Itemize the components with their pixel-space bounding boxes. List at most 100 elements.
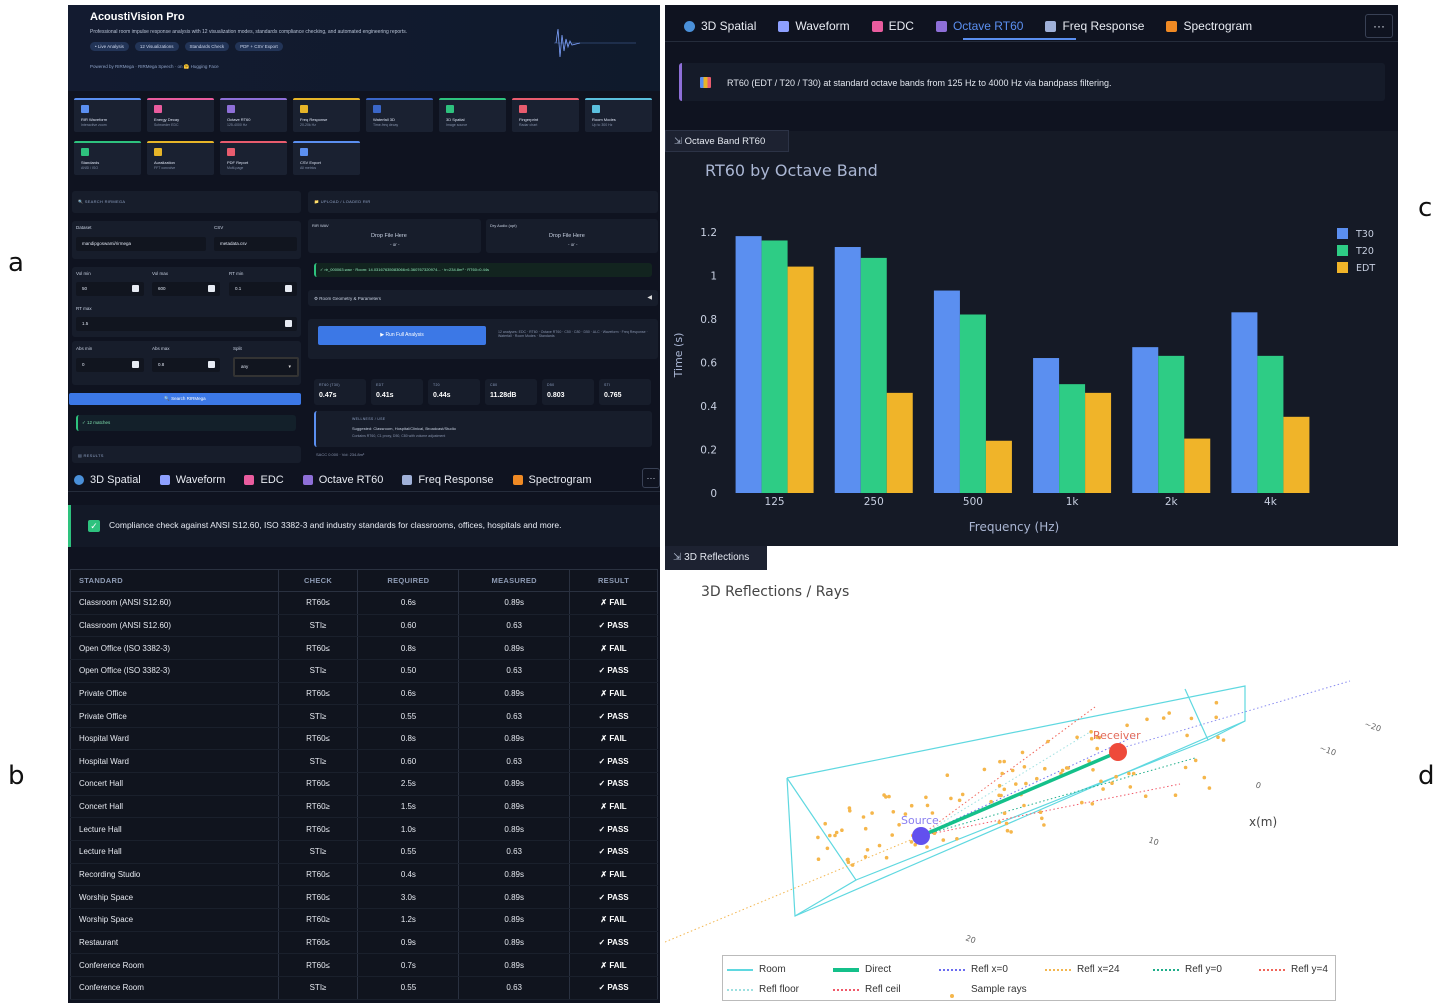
bar-t20[interactable] [1158,355,1185,493]
search-rirmega-button[interactable]: 🔍 Search RIRMega [69,393,301,405]
table-cell: RT60≤ [277,772,359,796]
compliance-note: ✓ Compliance check against ANSI S12.60, … [68,505,660,547]
bar-edt[interactable] [787,266,814,493]
vol-min-input[interactable]: 50 [76,282,144,296]
tab-3d-spatial[interactable]: 3D Spatial [74,474,141,486]
3d-reflections-plot[interactable]: Source Receiver x(m) ~20 ~10 0 10 20 [665,546,1398,954]
visualization-card[interactable]: 3D Spatial Image source [439,98,506,132]
sample-ray-point [1101,787,1105,791]
bar-edt[interactable] [1085,392,1112,493]
dry-audio-dropzone[interactable]: Dry Audio (opt) Drop File Here - or - [486,219,658,253]
legend-label: Refl floor [759,984,800,995]
card-subtitle: Interactive zoom [81,123,107,127]
visualization-card[interactable]: PDF Report Multi-page [220,141,287,175]
card-title: Octave RT60 [227,117,251,122]
upload-header: 📁 UPLOAD / LOADED RIR [314,199,371,204]
visualization-card[interactable]: Standards ANSI / ISO [74,141,141,175]
visualization-card[interactable]: Auralization FFT convolve [147,141,214,175]
bar-edt[interactable] [1283,416,1310,493]
abs-min-stepper[interactable] [132,361,139,368]
room-geometry-accordion[interactable]: ⚙ Room Geometry & Parameters ◀ [308,290,658,306]
rt-max-stepper[interactable] [285,320,292,327]
chart-down-icon [244,475,255,485]
split-select[interactable]: any ▾ [233,357,299,377]
axis-tick-label: ~20 [1363,719,1382,733]
panel-label-b: b [8,761,25,791]
legend-label: Refl y=0 [1185,964,1222,975]
table-row: Classroom (ANSI S12.60) RT60≤ 0.6s 0.89s ✗ F… [70,591,658,615]
bar-t30[interactable] [1033,358,1060,493]
visualization-card[interactable]: Waterfall 3D Time-freq decay [366,98,433,132]
legend-swatch [1337,262,1348,273]
result-cell: ✓ PASS [569,931,658,955]
dry-audio-label: Dry Audio (opt) [490,223,517,228]
table-cell: Lecture Hall [70,817,279,842]
sample-ray-point [989,799,993,804]
bar-t30[interactable] [1132,347,1159,493]
dataset-input[interactable]: mandipgoswami/rirmega [76,237,206,251]
legend-item[interactable]: Direct [833,964,891,975]
rt-min-input[interactable]: 0.1 [229,282,297,296]
table-cell: Lecture Hall [70,840,279,864]
bar-t30[interactable] [1231,312,1258,493]
visualization-card[interactable]: Energy Decay Schroeder EDC [147,98,214,132]
legend-item[interactable]: Refl x=24 [1045,964,1120,975]
legend-item[interactable]: Refl x=0 [939,964,1008,975]
rt-max-input[interactable]: 1.5 [76,317,297,331]
bar-edt[interactable] [1184,438,1211,493]
table-row: Open Office (ISO 3382-3) RT60≤ 0.8s 0.89s ✗ … [70,636,658,660]
legend-item[interactable]: Refl y=0 [1153,964,1222,975]
tab-freq-response[interactable]: Freq Response [402,474,494,486]
rir-dropzone[interactable]: RIR WAV Drop File Here - or - [308,219,481,253]
bar-edt[interactable] [985,440,1012,493]
legend-item[interactable]: Refl floor [727,984,799,995]
bar-t20[interactable] [1257,355,1284,493]
csv-input[interactable]: metadata.csv [214,237,297,251]
bar-edt[interactable] [886,392,913,493]
rt-min-stepper[interactable] [285,285,292,292]
bar-t30[interactable] [735,236,762,493]
abs-min-input[interactable]: 0 [76,358,144,372]
run-full-analysis-button[interactable]: ▶ Run Full Analysis [318,326,486,345]
tab-octave-rt60[interactable]: Octave RT60 [302,474,383,486]
visualization-card[interactable]: CSV Export All metrics [293,141,360,175]
visualization-card[interactable]: Octave RT60 125-4000 Hz [220,98,287,132]
vol-max-input[interactable]: 600 [152,282,220,296]
receiver-marker[interactable] [1109,743,1127,761]
legend-item[interactable]: Refl y=4 [1259,964,1328,975]
vol-max-stepper[interactable] [208,285,215,292]
tab-spectrogram[interactable]: Spectrogram [512,474,592,486]
bar-t20[interactable] [1059,384,1086,493]
sample-ray-point [1014,782,1018,786]
bar-t20[interactable] [761,240,788,493]
legend-swatch [727,968,753,971]
sample-ray-point [884,855,889,860]
more-tabs-button[interactable]: ··· [642,468,660,488]
bar-t30[interactable] [834,247,861,493]
legend-item[interactable]: Sample rays [939,984,1027,998]
card-icon [373,105,381,113]
tab-label: 3D Spatial [90,474,141,486]
legend-item[interactable]: Refl ceil [833,984,901,995]
table-cell: 0.89s [458,591,571,615]
tab-edc[interactable]: EDC [244,474,284,486]
tab-waveform[interactable]: Waveform [159,474,225,486]
bar-t20[interactable] [959,314,986,493]
table-cell: 0.60 [357,749,460,774]
source-marker[interactable] [912,827,930,845]
metric-value: 0.41s [376,392,394,399]
bar-t20[interactable] [860,257,887,493]
table-cell: 0.55 [357,976,460,1000]
vol-min-stepper[interactable] [132,285,139,292]
bar-t30[interactable] [933,290,960,493]
legend-item[interactable]: Room [727,964,786,975]
metric-value: 11.28dB [490,392,517,399]
result-cell: ✓ PASS [569,817,658,842]
sample-ray-point [1038,810,1043,814]
abs-max-input[interactable]: 0.8 [152,358,220,372]
visualization-card[interactable]: RIR Waveform Interactive zoom [74,98,141,132]
visualization-card[interactable]: Fingerprint Radar chart [512,98,579,132]
visualization-card[interactable]: Room Modes Up to 300 Hz [585,98,652,132]
visualization-card[interactable]: Freq Response 20-20k Hz [293,98,360,132]
abs-max-stepper[interactable] [208,361,215,368]
